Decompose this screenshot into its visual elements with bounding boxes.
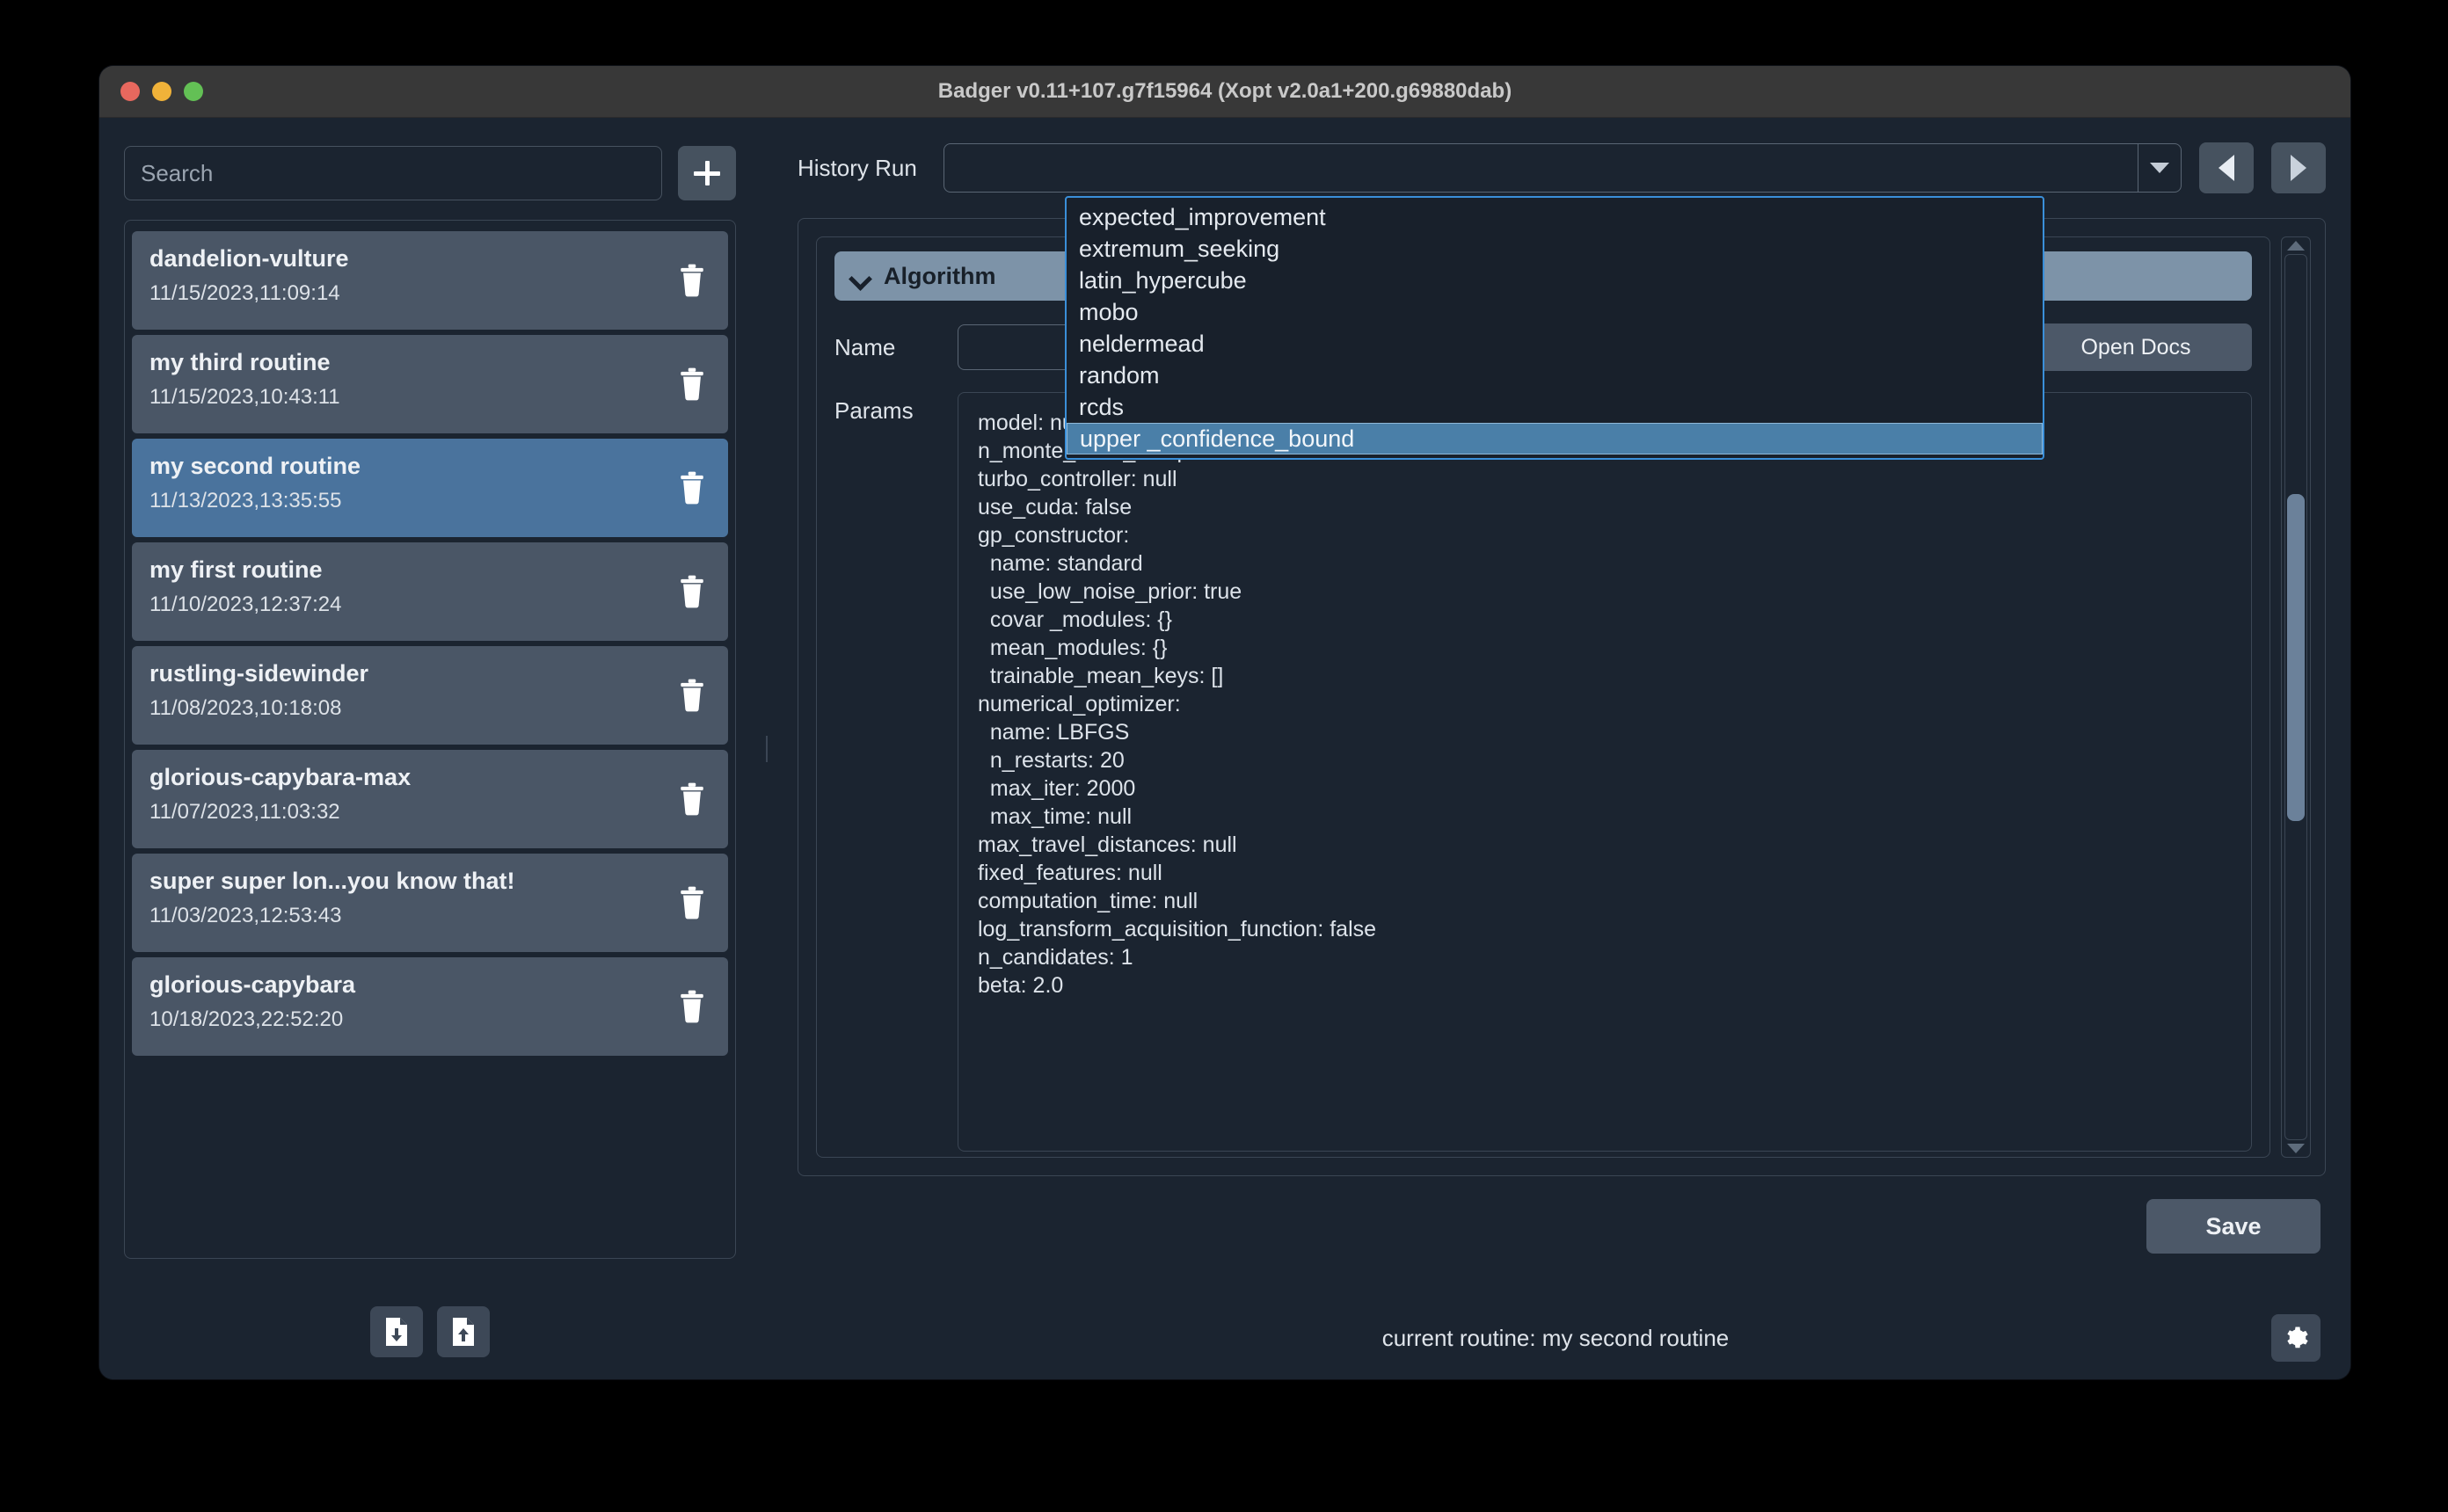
panel-splitter[interactable] xyxy=(761,118,773,1379)
params-row: Params model: null n_monte_carlo_samples… xyxy=(834,392,2252,1152)
add-routine-button[interactable] xyxy=(678,146,736,200)
routine-name: glorious-capybara-max xyxy=(149,764,412,790)
triangle-right-icon xyxy=(2291,155,2306,181)
routine-name: glorious-capybara xyxy=(149,971,356,998)
routine-timestamp: 11/15/2023,11:09:14 xyxy=(149,281,340,305)
open-docs-button[interactable]: Open Docs xyxy=(2020,323,2252,371)
list-item[interactable]: super super lon...you know that! 11/03/2… xyxy=(132,854,728,952)
routine-name: super super lon...you know that! xyxy=(149,868,515,894)
triangle-left-icon xyxy=(2218,155,2234,181)
sidebar-footer xyxy=(99,1306,761,1357)
history-run-row: History Run xyxy=(798,142,2326,193)
routine-timestamp: 11/15/2023,10:43:11 xyxy=(149,385,340,409)
delete-routine-icon[interactable] xyxy=(677,679,707,712)
routine-timestamp: 11/08/2023,10:18:08 xyxy=(149,696,342,720)
chevron-down-icon[interactable] xyxy=(2138,144,2181,192)
delete-routine-icon[interactable] xyxy=(677,575,707,608)
dropdown-option[interactable]: neldermead xyxy=(1067,328,2043,360)
gear-icon xyxy=(2287,1327,2308,1348)
delete-routine-icon[interactable] xyxy=(677,782,707,816)
file-upload-icon xyxy=(453,1318,474,1346)
routine-name: my third routine xyxy=(149,349,331,375)
delete-routine-icon[interactable] xyxy=(677,471,707,505)
screen: Badger v0.11+107.g7f15964 (Xopt v2.0a1+2… xyxy=(0,0,2448,1512)
delete-routine-icon[interactable] xyxy=(677,990,707,1023)
title-bar: Badger v0.11+107.g7f15964 (Xopt v2.0a1+2… xyxy=(99,66,2350,118)
routine-timestamp: 11/03/2023,12:53:43 xyxy=(149,904,342,927)
delete-routine-icon[interactable] xyxy=(677,367,707,401)
routine-sidebar: dandelion-vulture 11/15/2023,11:09:14 my… xyxy=(99,118,761,1379)
params-scrollbar[interactable] xyxy=(2281,236,2311,1158)
params-textarea[interactable]: model: null n_monte_carlo_samples: 128 t… xyxy=(958,392,2252,1152)
export-routine-button[interactable] xyxy=(437,1306,490,1357)
routine-name: my second routine xyxy=(149,453,361,479)
list-item[interactable]: glorious-capybara 10/18/2023,22:52:20 xyxy=(132,957,728,1056)
list-item[interactable]: my first routine 11/10/2023,12:37:24 xyxy=(132,542,728,641)
routine-timestamp: 11/07/2023,11:03:32 xyxy=(149,800,340,824)
history-run-label: History Run xyxy=(798,154,917,181)
routine-timestamp: 11/10/2023,12:37:24 xyxy=(149,592,342,616)
list-item[interactable]: rustling-sidewinder 11/08/2023,10:18:08 xyxy=(132,646,728,745)
scroll-down-icon[interactable] xyxy=(2287,1144,2305,1153)
routine-timestamp: 10/18/2023,22:52:20 xyxy=(149,1007,344,1031)
scroll-up-icon[interactable] xyxy=(2287,241,2305,251)
scrollbar-thumb[interactable] xyxy=(2287,493,2305,821)
save-row: Save xyxy=(798,1199,2326,1254)
minimize-button[interactable] xyxy=(152,82,171,101)
list-item[interactable]: glorious-capybara-max 11/07/2023,11:03:3… xyxy=(132,750,728,848)
name-label: Name xyxy=(834,333,896,360)
close-button[interactable] xyxy=(120,82,140,101)
next-run-button[interactable] xyxy=(2271,142,2326,193)
delete-routine-icon[interactable] xyxy=(677,886,707,920)
routine-name: dandelion-vulture xyxy=(149,245,349,272)
list-item[interactable]: my third routine 11/15/2023,10:43:11 xyxy=(132,335,728,433)
dropdown-option[interactable]: rcds xyxy=(1067,391,2043,423)
save-button[interactable]: Save xyxy=(2146,1199,2320,1254)
current-routine-status: current routine: my second routine xyxy=(1381,1324,1730,1351)
scrollbar-track[interactable] xyxy=(2284,254,2307,1140)
dropdown-option[interactable]: expected_improvement xyxy=(1067,201,2043,233)
delete-routine-icon[interactable] xyxy=(677,264,707,297)
status-bar: current routine: my second routine xyxy=(761,1296,2350,1379)
params-label: Params xyxy=(834,397,914,424)
algorithm-group-title: Algorithm xyxy=(884,262,996,289)
search-row xyxy=(124,146,736,200)
chevron-down-icon xyxy=(850,271,870,282)
zoom-button[interactable] xyxy=(184,82,203,101)
file-download-icon xyxy=(386,1318,407,1346)
app-window: Badger v0.11+107.g7f15964 (Xopt v2.0a1+2… xyxy=(99,66,2350,1379)
history-run-combobox[interactable] xyxy=(943,143,2182,193)
dropdown-option[interactable]: mobo xyxy=(1067,296,2043,328)
dropdown-option[interactable]: extremum_seeking xyxy=(1067,233,2043,265)
routine-timestamp: 11/13/2023,13:35:55 xyxy=(149,489,342,512)
dropdown-option-selected[interactable]: upper _confidence_bound xyxy=(1067,423,2043,454)
routine-name: my first routine xyxy=(149,556,323,583)
dropdown-option[interactable]: latin_hypercube xyxy=(1067,265,2043,296)
dropdown-option[interactable]: random xyxy=(1067,360,2043,391)
window-controls xyxy=(120,82,203,101)
routine-name: rustling-sidewinder xyxy=(149,660,369,687)
import-routine-button[interactable] xyxy=(370,1306,423,1357)
routine-list[interactable]: dandelion-vulture 11/15/2023,11:09:14 my… xyxy=(124,220,736,1259)
window-title: Badger v0.11+107.g7f15964 (Xopt v2.0a1+2… xyxy=(937,79,1512,103)
search-input[interactable] xyxy=(124,146,662,200)
list-item[interactable]: my second routine 11/13/2023,13:35:55 xyxy=(132,439,728,537)
algorithm-dropdown-popup[interactable]: expected_improvement extremum_seeking la… xyxy=(1065,196,2044,460)
list-item[interactable]: dandelion-vulture 11/15/2023,11:09:14 xyxy=(132,231,728,330)
settings-button[interactable] xyxy=(2271,1314,2320,1362)
prev-run-button[interactable] xyxy=(2199,142,2254,193)
